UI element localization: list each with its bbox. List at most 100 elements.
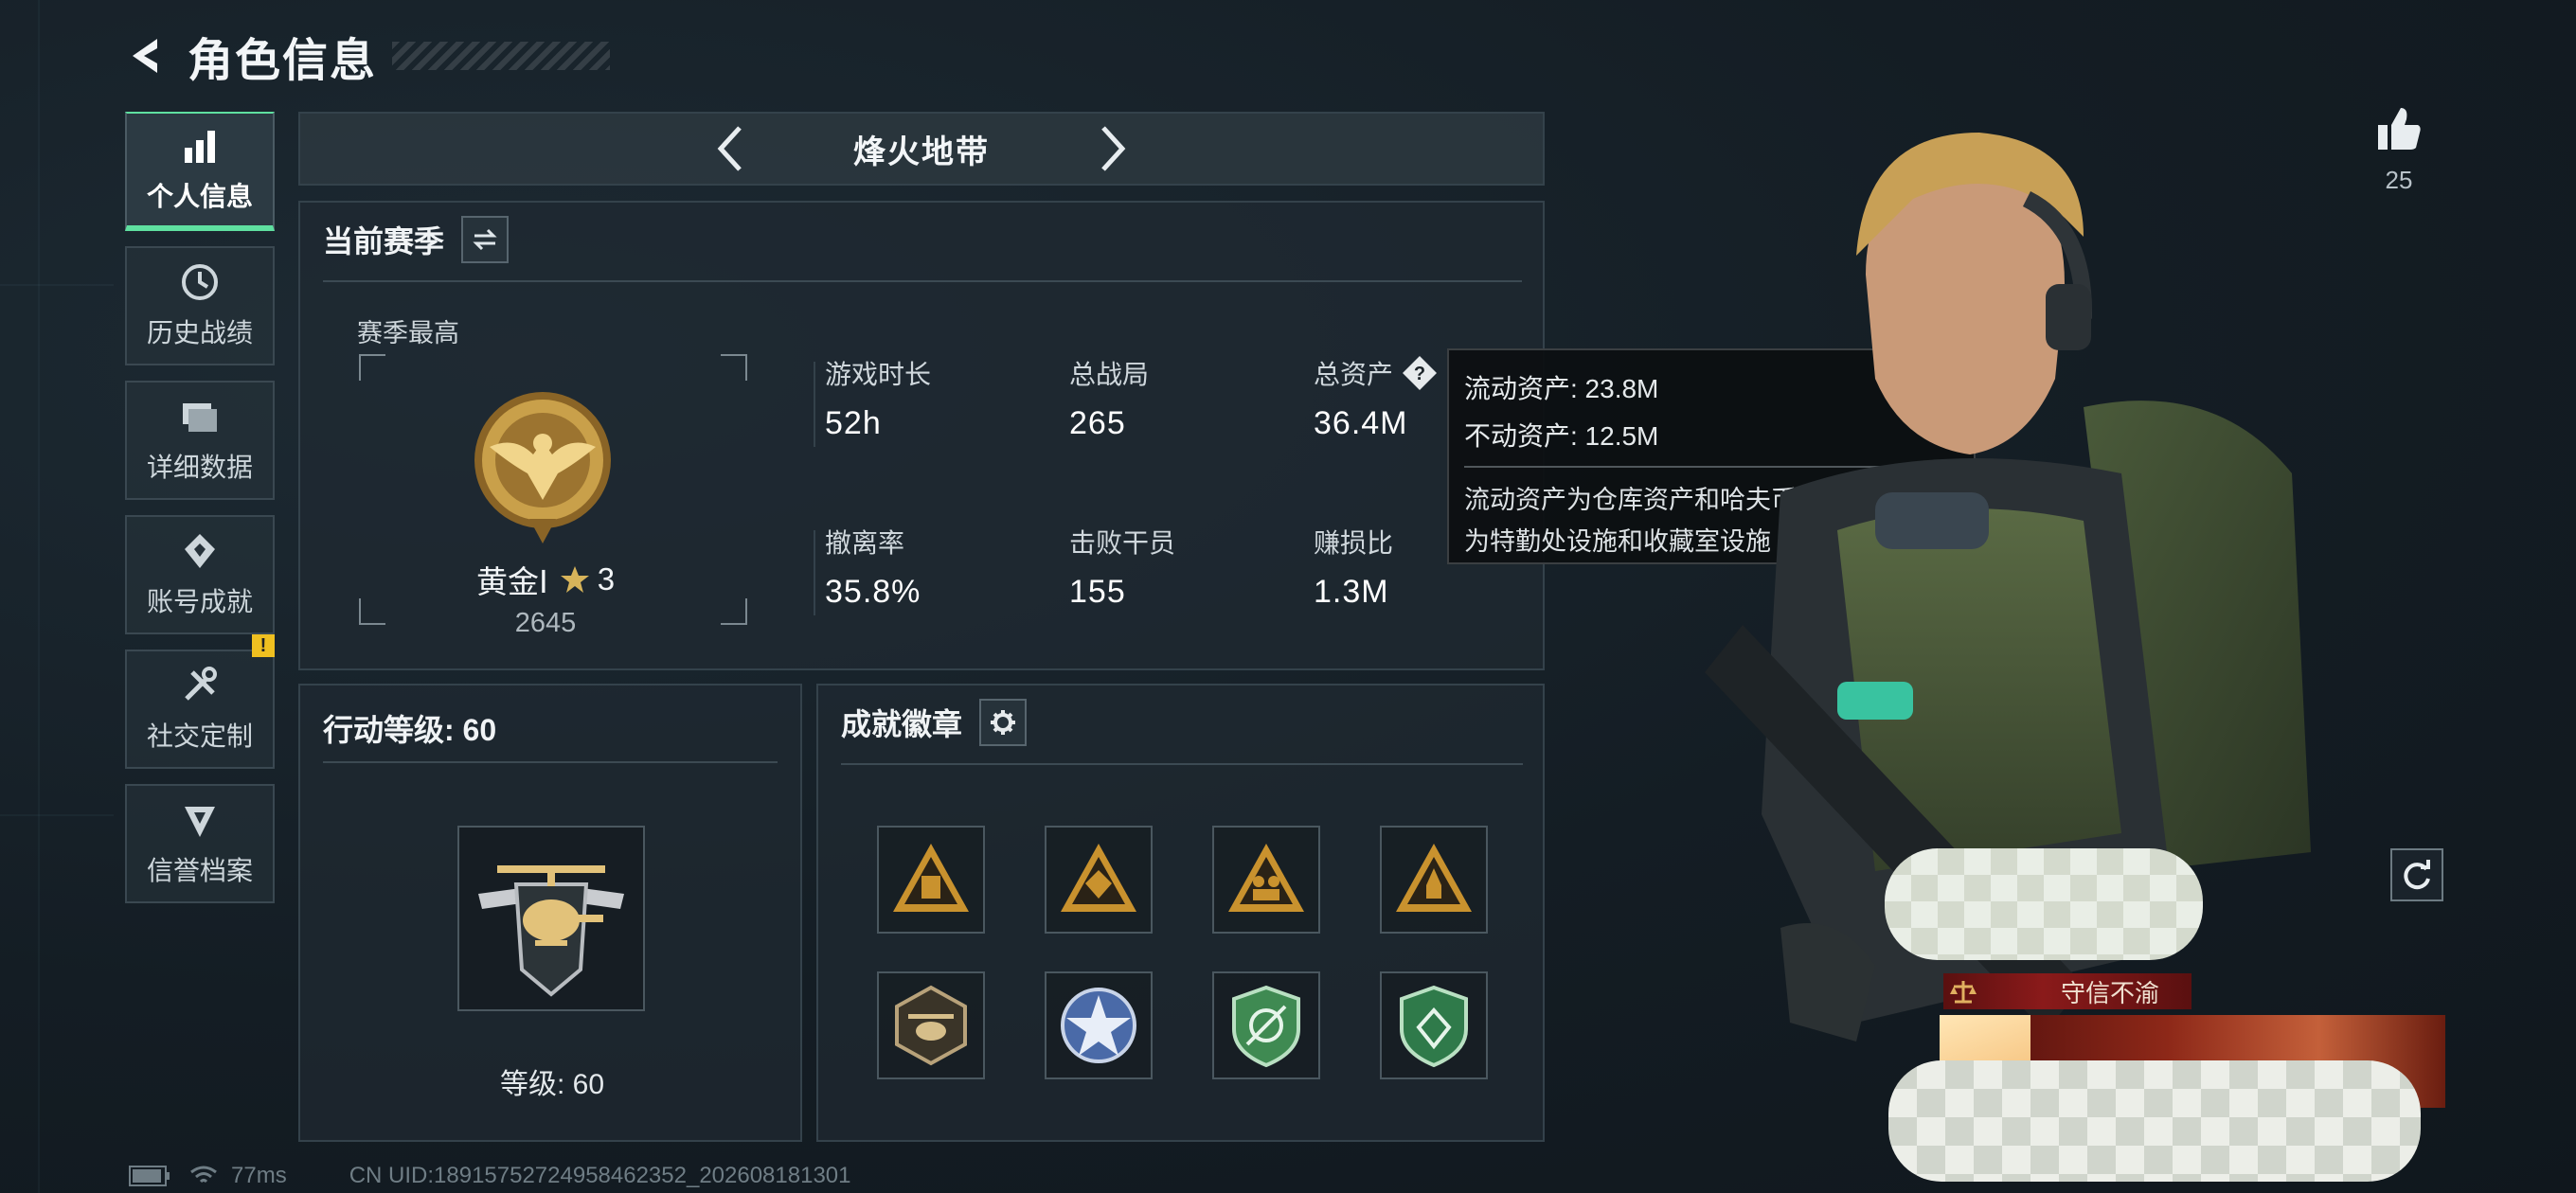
achievement-badge[interactable] (877, 971, 985, 1079)
badges-title: 成就徽章 (841, 707, 963, 741)
action-level-title: 行动等级: 60 (323, 713, 497, 747)
sidebar-item-label: 个人信息 (146, 182, 253, 211)
mode-name: 烽火地带 (853, 134, 990, 170)
switch-season-button[interactable] (461, 216, 510, 263)
stat-label: 赚损比 (1314, 528, 1394, 558)
svg-text:?: ? (1414, 364, 1425, 384)
stat-extraction-rate: 撤离率 35.8% (825, 523, 921, 611)
stat-separator (814, 530, 815, 615)
soldiers-badge-icon (1228, 844, 1304, 912)
stat-operators-defeated: 击败干员 155 (1069, 523, 1175, 611)
like-widget[interactable]: 25 (2366, 102, 2432, 195)
sidebar-item-personal-info[interactable]: 个人信息 (125, 112, 275, 231)
gold-rank-emblem (474, 392, 611, 543)
divider (323, 761, 778, 763)
stat-value: 155 (1069, 574, 1126, 610)
achievement-icon (185, 534, 215, 568)
next-mode-icon[interactable] (1094, 120, 1132, 177)
grid-decoration (0, 814, 114, 816)
stat-value: 265 (1069, 405, 1126, 441)
frame-corner (721, 354, 747, 381)
season-title: 当前赛季 (323, 224, 445, 258)
sidebar-item-label: 账号成就 (146, 587, 253, 616)
refresh-icon (2404, 860, 2430, 890)
refresh-button[interactable] (2390, 848, 2443, 901)
stat-label: 游戏时长 (825, 360, 932, 389)
rank-name: 黄金Ⅰ (475, 564, 548, 599)
divider (323, 280, 1522, 282)
reputation-icon (185, 807, 215, 837)
achievement-badge[interactable] (877, 826, 985, 934)
rocket-badge-icon (1396, 844, 1472, 912)
status-footer: 77ms CN UID:18915752724958462352_2026081… (129, 1163, 851, 1189)
sidebar-item-label: 社交定制 (146, 721, 253, 751)
grid-decoration (38, 0, 40, 1193)
rank-stars: 3 (597, 561, 616, 596)
stat-label: 总战局 (1069, 360, 1150, 389)
page-header: 角色信息 (123, 23, 611, 89)
scales-icon (1950, 981, 1977, 1004)
achievement-badge[interactable] (1212, 971, 1320, 1079)
reputation-tag: 守信不渝 (1943, 973, 2191, 1009)
title-decoration (392, 42, 611, 70)
warning-badge: ! (252, 634, 275, 657)
level-emblem-frame (457, 826, 645, 1011)
stat-value: 36.4M (1314, 405, 1408, 441)
star-badge-icon (1061, 988, 1136, 1063)
help-icon[interactable]: ? (1401, 354, 1439, 392)
swap-icon (473, 228, 497, 251)
thumbs-up-icon[interactable] (2372, 102, 2425, 155)
blurred-player-name (1885, 848, 2203, 960)
mode-selector: 烽火地带 (298, 112, 1545, 186)
stat-total-matches: 总战局 265 (1069, 354, 1149, 442)
badge-settings-button[interactable] (979, 699, 1028, 746)
achievement-badge[interactable] (1212, 826, 1320, 934)
crosshair-badge-icon (1232, 985, 1300, 1068)
rank-info: 黄金Ⅰ 3 2645 (361, 557, 730, 639)
stat-label: 击败干员 (1069, 528, 1176, 558)
achievement-badges-panel: 成就徽章 (816, 684, 1545, 1142)
sidebar-item-label: 历史战绩 (146, 318, 253, 347)
bar-chart-icon (185, 131, 215, 163)
diamond-shield-badge-icon (1400, 985, 1468, 1068)
ping-value: 77ms (231, 1163, 287, 1188)
sidebar-item-detailed-data[interactable]: 详细数据 (125, 381, 275, 500)
sidebar-item-history[interactable]: 历史战绩 (125, 246, 275, 365)
sidebar-item-label: 信誉档案 (146, 856, 253, 885)
gear-icon (991, 710, 1016, 735)
stat-separator (814, 362, 815, 447)
sidebar-item-achievements[interactable]: 账号成就 (125, 515, 275, 634)
achievement-badge[interactable] (1380, 971, 1488, 1079)
player-uid: CN UID:18915752724958462352_202608181301 (349, 1163, 851, 1188)
sidebar-item-label: 详细数据 (146, 453, 253, 482)
divider (841, 763, 1523, 765)
action-level-panel: 行动等级: 60 等级: 60 (298, 684, 802, 1142)
stat-label: 撤离率 (825, 528, 905, 558)
wifi-icon (190, 1166, 217, 1184)
clock-icon (182, 264, 218, 300)
stat-value: 52h (825, 405, 882, 441)
achievement-badge[interactable] (1380, 826, 1488, 934)
folder-icon (183, 403, 217, 432)
back-arrow-icon[interactable] (123, 33, 169, 79)
level-label: 等级: 60 (499, 1069, 605, 1100)
helicopter-emblem (478, 865, 624, 997)
sidebar-item-reputation[interactable]: 信誉档案 (125, 784, 275, 903)
reputation-tag-text: 守信不渝 (2061, 978, 2160, 1007)
frame-corner (359, 354, 385, 381)
sidebar: 个人信息 历史战绩 详细数据 账号成就 社交定制 ! 信誉档案 (125, 112, 278, 918)
season-panel: 当前赛季 赛季最高 黄金Ⅰ 3 2645 游戏时长 52h 总战局 265 总资… (298, 201, 1545, 670)
previous-mode-icon[interactable] (711, 120, 749, 177)
stat-value: 35.8% (825, 574, 921, 610)
helicopter-badge-icon (895, 985, 967, 1066)
blurred-player-info (1888, 1060, 2421, 1182)
achievement-badge[interactable] (1045, 971, 1153, 1079)
tools-icon (185, 667, 217, 701)
achievement-badge[interactable] (1045, 826, 1153, 934)
season-best-label: 赛季最高 (357, 319, 459, 347)
stat-total-assets: 总资产 ? 36.4M (1314, 354, 1439, 442)
stat-value: 1.3M (1314, 574, 1389, 610)
rank-score: 2645 (514, 608, 577, 638)
sidebar-item-social[interactable]: 社交定制 ! (125, 634, 275, 769)
shield-triangle-badge-icon (1061, 844, 1136, 912)
